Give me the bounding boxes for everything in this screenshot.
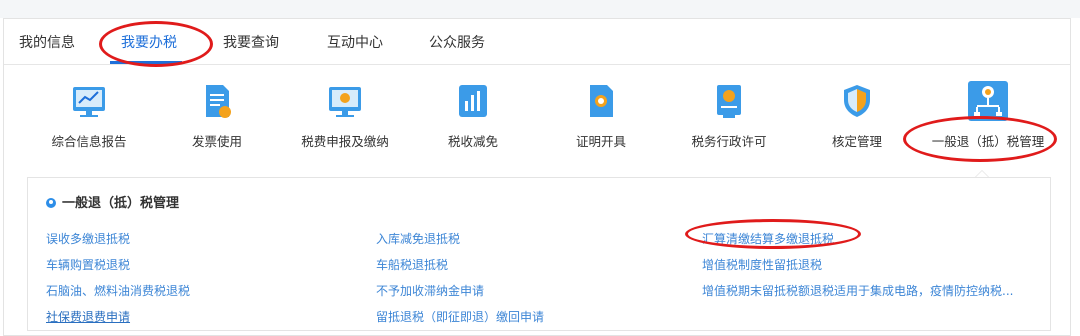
link-social-insurance-refund[interactable]: 社保费退费申请: [46, 308, 130, 325]
service-admin-permit[interactable]: 税务行政许可: [669, 81, 789, 150]
link-overpaid-refund[interactable]: 误收多缴退抵税: [46, 230, 130, 247]
bullet-icon: [46, 198, 56, 208]
tax-relief-chart-icon: [459, 85, 487, 117]
tax-declaration-monitor-icon: [329, 87, 361, 117]
main-tabs: 我的信息 我要办税 我要查询 互动中心 公众服务: [4, 19, 1070, 65]
link-fuel-consumption-refund[interactable]: 石脑油、燃料油消费税退税: [46, 282, 190, 299]
service-tax-relief[interactable]: 税收减免: [413, 81, 533, 150]
refund-submenu-panel: 一般退（抵）税管理 误收多缴退抵税 入库减免退抵税 汇算清缴结算多缴退抵税 车辆…: [27, 177, 1051, 331]
panel-title: 一般退（抵）税管理: [46, 192, 179, 211]
link-vessel-tax-refund[interactable]: 车船税退抵税: [376, 256, 448, 273]
service-label: 一般退（抵）税管理: [931, 134, 1045, 149]
link-vat-institutional-refund[interactable]: 增值税制度性留抵退税: [702, 256, 822, 273]
service-tax-declaration[interactable]: 税费申报及缴纳: [285, 81, 405, 150]
permit-icon: [717, 85, 741, 118]
link-annual-settlement-refund[interactable]: 汇算清缴结算多缴退抵税: [702, 230, 834, 247]
link-vat-ic-refund[interactable]: 增值税期末留抵税额退税适用于集成电路，疫情防控纳税...: [702, 282, 1013, 299]
service-certificate[interactable]: 证明开具: [541, 81, 661, 150]
service-label: 综合信息报告: [51, 134, 127, 149]
service-label: 税务行政许可: [691, 134, 767, 149]
tab-public-service[interactable]: 公众服务: [429, 32, 485, 52]
panel-title-text: 一般退（抵）税管理: [62, 196, 180, 211]
invoice-icon: [206, 85, 231, 118]
active-tab-indicator: [110, 61, 182, 64]
link-vehicle-purchase-refund[interactable]: 车辆购置税退税: [46, 256, 130, 273]
report-monitor-icon: [73, 87, 105, 117]
service-label: 税收减免: [447, 134, 498, 149]
certificate-icon: [590, 85, 613, 117]
tab-my-info[interactable]: 我的信息: [19, 32, 75, 52]
tab-interaction-center[interactable]: 互动中心: [327, 32, 383, 52]
service-label: 税费申报及缴纳: [301, 134, 389, 149]
top-strip: [0, 0, 1080, 18]
link-late-fee-waiver[interactable]: 不予加收滞纳金申请: [376, 282, 484, 299]
service-comprehensive-report[interactable]: 综合信息报告: [29, 81, 149, 150]
service-label: 证明开具: [575, 134, 626, 149]
refund-management-icon: [968, 81, 1008, 121]
tax-service-card: 我的信息 我要办税 我要查询 互动中心 公众服务 综合信息报告 发票使用 税费申…: [3, 18, 1071, 336]
shield-icon: [844, 85, 870, 117]
tab-query[interactable]: 我要查询: [223, 32, 279, 52]
link-retained-refund-return[interactable]: 留抵退税（即征即退）缴回申请: [376, 308, 544, 325]
service-label: 核定管理: [831, 134, 882, 149]
service-assessment-management[interactable]: 核定管理: [797, 81, 917, 150]
service-label: 发票使用: [191, 134, 242, 149]
service-invoice-use[interactable]: 发票使用: [157, 81, 277, 150]
service-general-refund-management[interactable]: 一般退（抵）税管理: [918, 79, 1058, 150]
tab-tax-handling[interactable]: 我要办税: [121, 32, 177, 52]
link-reduction-refund[interactable]: 入库减免退抵税: [376, 230, 460, 247]
